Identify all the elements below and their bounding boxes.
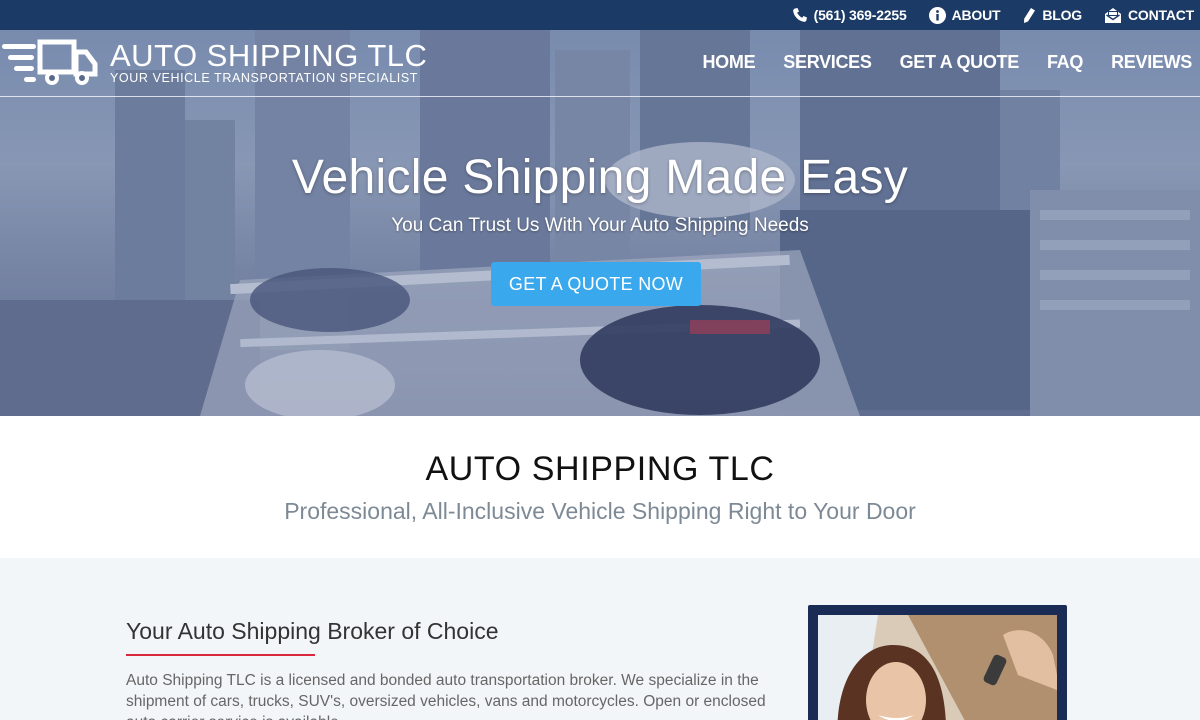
logo-title: AUTO SHIPPING TLC (110, 38, 428, 73)
phone-icon (792, 8, 807, 22)
speeding-truck-icon (2, 39, 98, 85)
heading-underline (126, 654, 315, 656)
phone-link[interactable]: (561) 369-2255 (792, 7, 907, 23)
woman-in-car-image (818, 615, 1057, 720)
section-body-text: Auto Shipping TLC is a licensed and bond… (126, 672, 766, 720)
phone-number: (561) 369-2255 (813, 7, 907, 23)
hero-banner: AUTO SHIPPING TLC YOUR VEHICLE TRANSPORT… (0, 30, 1200, 416)
contact-label: CONTACT (1128, 7, 1194, 23)
intro-section: AUTO SHIPPING TLC Professional, All-Incl… (0, 416, 1200, 558)
pencil-icon (1024, 7, 1036, 23)
nav-services[interactable]: SERVICES (783, 52, 872, 73)
envelope-icon (1105, 7, 1121, 23)
photo-frame (808, 605, 1067, 720)
contact-link[interactable]: CONTACT (1104, 7, 1194, 24)
customer-photo (818, 615, 1057, 720)
nav-reviews[interactable]: REVIEWS (1111, 52, 1192, 73)
nav-get-a-quote[interactable]: GET A QUOTE (900, 52, 1020, 73)
about-link[interactable]: ABOUT (928, 6, 1001, 24)
blog-link[interactable]: BLOG (1022, 7, 1082, 24)
intro-title: AUTO SHIPPING TLC (425, 450, 775, 488)
top-utility-bar: (561) 369-2255 ABOUT BLOG CONTACT (0, 0, 1200, 30)
section-heading: Your Auto Shipping Broker of Choice (126, 618, 499, 644)
nav-home[interactable]: HOME (702, 52, 755, 73)
hero-headline: Vehicle Shipping Made Easy (291, 151, 909, 204)
about-label: ABOUT (951, 7, 1001, 23)
about-section: Your Auto Shipping Broker of Choice Auto… (0, 558, 1200, 720)
nav-faq[interactable]: FAQ (1047, 52, 1083, 73)
blog-label: BLOG (1042, 7, 1082, 23)
logo-tagline: YOUR VEHICLE TRANSPORTATION SPECIALIST (110, 71, 419, 85)
info-icon (928, 6, 946, 24)
hero-subheadline: You Can Trust Us With Your Auto Shipping… (391, 215, 809, 236)
site-logo[interactable]: AUTO SHIPPING TLC YOUR VEHICLE TRANSPORT… (0, 38, 427, 88)
get-a-quote-now-button[interactable]: GET A QUOTE NOW (491, 262, 701, 306)
main-navigation: HOME SERVICES GET A QUOTE FAQ REVIEWS (674, 52, 1192, 73)
intro-subtitle: Professional, All-Inclusive Vehicle Ship… (284, 498, 916, 524)
nav-divider (0, 96, 1200, 97)
